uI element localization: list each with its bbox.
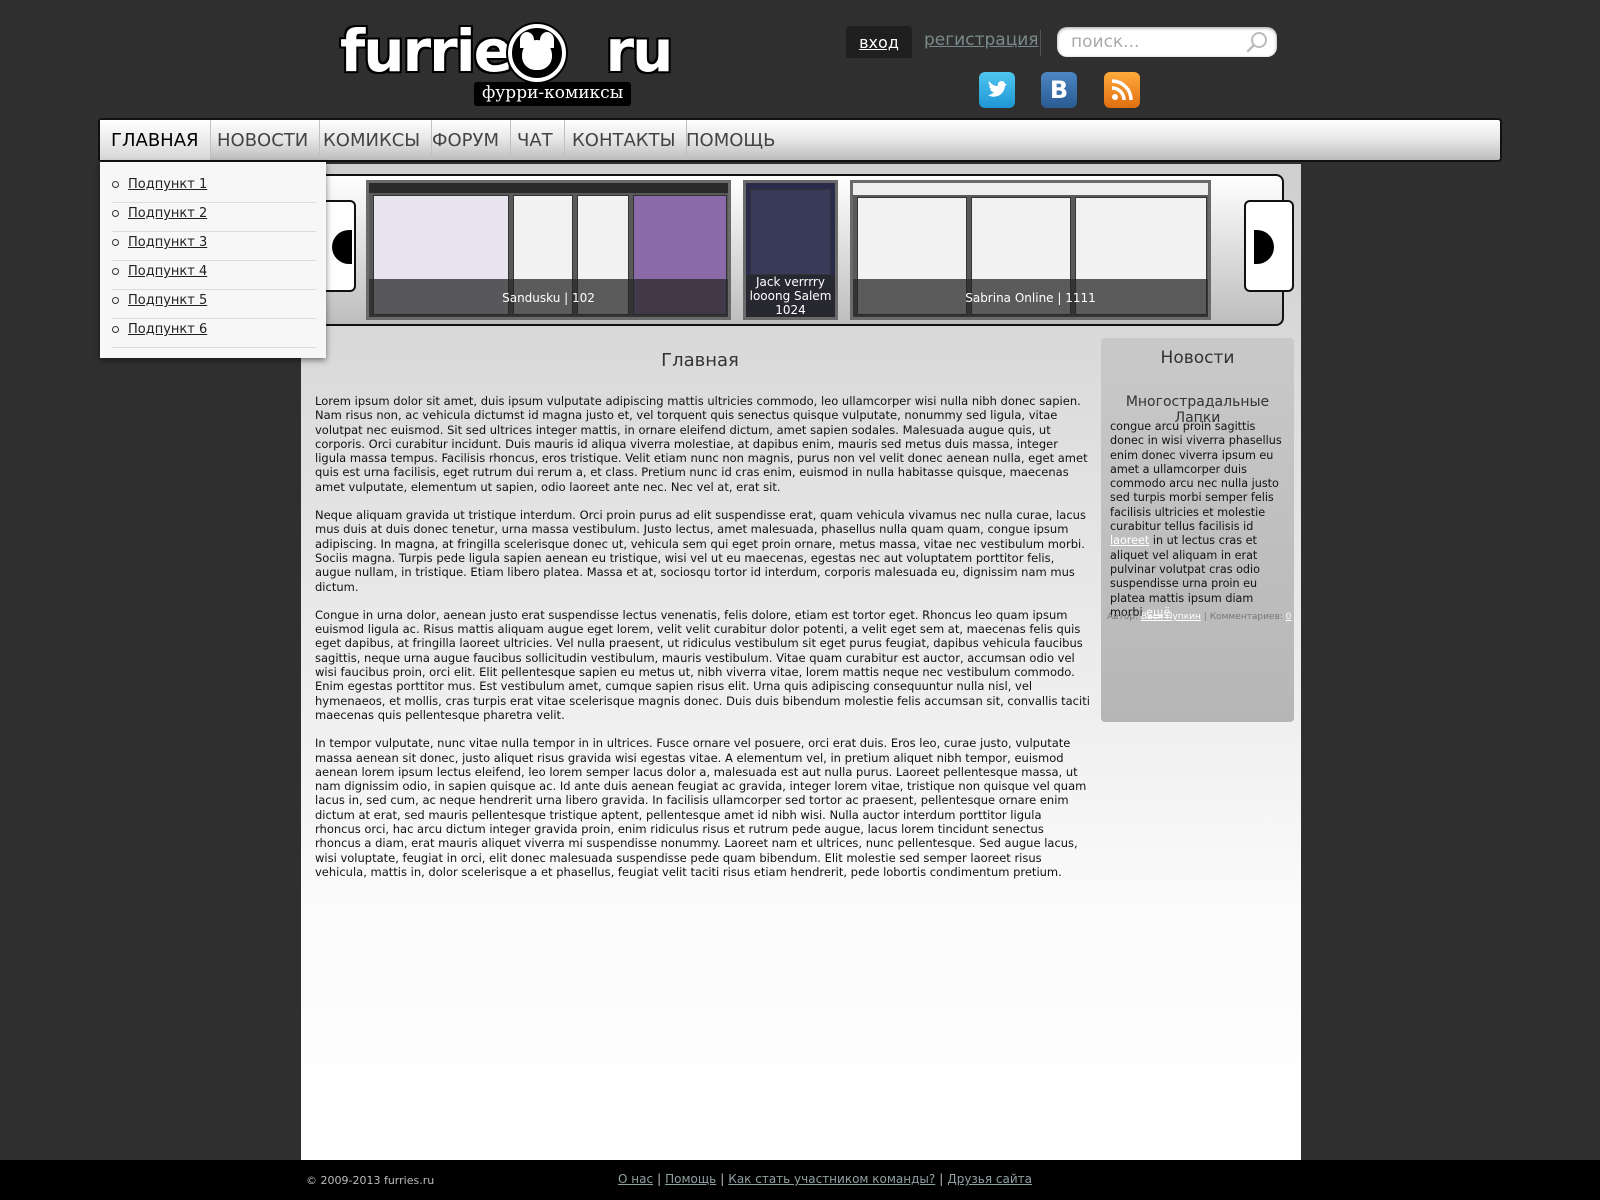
- header-divider: [1040, 30, 1041, 56]
- article-paragraph: In tempor vulputate, nunc vitae nulla te…: [315, 736, 1087, 879]
- footer-link-about[interactable]: О нас: [618, 1172, 653, 1186]
- submenu-item[interactable]: Подпункт 5: [112, 290, 316, 319]
- search-input[interactable]: [1071, 32, 1241, 52]
- sidebar-title: Новости: [1160, 348, 1235, 368]
- news-sidebar: Новости Многострадальные Лапки congue ar…: [1101, 338, 1294, 722]
- nav-item-chat[interactable]: ЧАТ: [506, 120, 565, 160]
- submenu-item[interactable]: Подпункт 6: [112, 319, 316, 348]
- article-paragraph: Lorem ipsum dolor sit amet, duis ipsum v…: [315, 394, 1088, 494]
- register-link[interactable]: регистрация: [924, 30, 1039, 50]
- nav-item-forum[interactable]: ФОРУМ: [421, 120, 512, 160]
- nav-item-home[interactable]: ГЛАВНАЯ: [100, 120, 211, 160]
- copyright-text: © 2009-2013 furries.ru: [306, 1174, 435, 1187]
- nav-item-news[interactable]: НОВОСТИ: [206, 120, 321, 160]
- submenu-item[interactable]: Подпункт 3: [112, 232, 316, 261]
- search-box: [1057, 27, 1277, 57]
- footer: © 2009-2013 furries.ru О нас | Помощь | Как …: [0, 1160, 1600, 1200]
- carousel-item-sandusky[interactable]: Sandusku | 102: [366, 180, 731, 320]
- search-icon[interactable]: [1245, 30, 1269, 54]
- footer-link-join-team[interactable]: Как стать участником команды?: [728, 1172, 935, 1186]
- footer-links: О нас | Помощь | Как стать участником команд…: [618, 1172, 1033, 1186]
- logo-text-right: ru: [605, 17, 673, 85]
- submenu-item[interactable]: Подпункт 4: [112, 261, 316, 290]
- nav-item-help[interactable]: ПОМОЩЬ: [675, 120, 786, 160]
- carousel-next-button[interactable]: [1244, 200, 1294, 292]
- arrow-right-icon: [1254, 230, 1274, 264]
- page-title: Главная: [661, 350, 739, 371]
- footer-link-friends[interactable]: Друзья сайта: [947, 1172, 1032, 1186]
- submenu-dropdown: Подпункт 1 Подпункт 2 Подпункт 3 Подпунк…: [100, 162, 326, 358]
- nav-item-contacts[interactable]: КОНТАКТЫ: [561, 120, 688, 160]
- article-body: Lorem ipsum dolor sit amet, duis ipsum v…: [315, 394, 1090, 893]
- logo-text: furries ru: [340, 17, 673, 85]
- news-inline-link[interactable]: laoreet: [1110, 534, 1149, 547]
- news-comments-link[interactable]: 0: [1286, 612, 1292, 622]
- footer-link-help[interactable]: Помощь: [665, 1172, 716, 1186]
- news-author-link[interactable]: Вася Пупкин: [1141, 612, 1201, 622]
- site-logo[interactable]: furries ru фурри-комиксы: [340, 18, 673, 110]
- logo-subtitle: фурри-комиксы: [474, 82, 632, 106]
- vk-icon[interactable]: B: [1041, 72, 1077, 108]
- article-paragraph: Congue in urna dolor, aenean justo erat …: [315, 607, 1090, 722]
- news-meta: Автор: Вася Пупкин | Комментариев: 0: [1107, 612, 1292, 622]
- article-paragraph: Neque aliquam gravida ut tristique inter…: [315, 508, 1086, 594]
- arrow-left-icon: [332, 230, 352, 264]
- submenu-item[interactable]: Подпункт 2: [112, 203, 316, 232]
- submenu-item[interactable]: Подпункт 1: [112, 174, 316, 203]
- fox-mascot-icon: [508, 24, 566, 82]
- nav-item-comics[interactable]: КОМИКСЫ: [312, 120, 433, 160]
- login-link[interactable]: вход: [846, 26, 912, 58]
- carousel-item-sabrina[interactable]: Sabrina Online | 1111: [850, 180, 1211, 320]
- carousel-caption: Sabrina Online | 1111: [853, 279, 1208, 317]
- news-item-text: congue arcu proin sagittis donec in wisi…: [1110, 420, 1282, 619]
- carousel-caption: Jack verrrry looong Salem 1024: [746, 275, 835, 317]
- main-nav: ГЛАВНАЯ НОВОСТИ КОМИКСЫ ФОРУМ ЧАТ КОНТАК…: [98, 118, 1502, 162]
- carousel-caption: Sandusku | 102: [369, 279, 728, 317]
- carousel-item-jack[interactable]: Jack verrrry looong Salem 1024: [743, 180, 838, 320]
- rss-icon[interactable]: [1104, 72, 1140, 108]
- twitter-icon[interactable]: [979, 72, 1015, 108]
